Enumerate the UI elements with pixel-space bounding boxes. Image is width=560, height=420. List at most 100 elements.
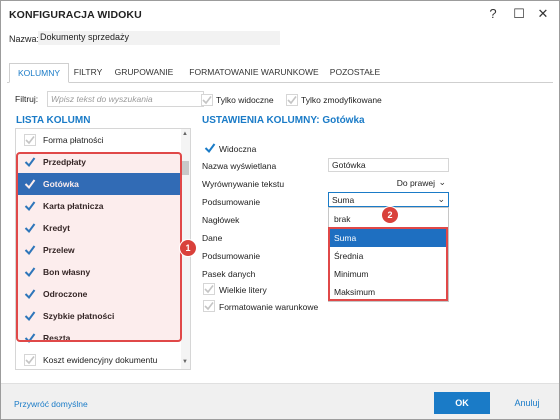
column-checkbox[interactable]: [24, 354, 36, 366]
scroll-thumb[interactable]: [182, 161, 189, 175]
list-item[interactable]: Przedpłaty: [16, 151, 190, 173]
list-item[interactable]: Odroczone: [16, 283, 190, 305]
list-item-selected[interactable]: Gotówka: [16, 173, 190, 195]
callout-badge-1: 1: [180, 240, 196, 256]
only-modified-checkbox[interactable]: [286, 94, 298, 106]
check-icon: [204, 143, 216, 154]
column-checkbox[interactable]: [24, 222, 36, 234]
display-name-field[interactable]: Gotówka: [328, 158, 449, 172]
check-icon: [24, 179, 36, 190]
list-item[interactable]: Bon własny: [16, 261, 190, 283]
dropdown-option[interactable]: Maksimum: [329, 283, 448, 301]
alignment-select[interactable]: Do prawej ⌄: [328, 176, 449, 190]
scroll-up-icon[interactable]: ▲: [182, 131, 188, 137]
alignment-value: Do prawej: [396, 178, 435, 188]
column-label: Szybkie płatności: [43, 311, 115, 321]
summary-value: Suma: [332, 195, 355, 205]
check-icon: [286, 94, 298, 106]
column-label: Koszt ewidencyjny dokumentu: [43, 355, 158, 365]
list-item[interactable]: Kredyt: [16, 217, 190, 239]
filter-input[interactable]: Wpisz tekst do wyszukania: [47, 91, 204, 107]
visible-checkbox[interactable]: [204, 142, 216, 154]
data-bar-label: Pasek danych: [202, 269, 256, 279]
check-icon: [24, 223, 36, 234]
view-name-field[interactable]: Dokumenty sprzedaży: [38, 31, 280, 45]
name-label: Nazwa:: [9, 34, 40, 44]
only-visible-label: Tylko widoczne: [216, 95, 274, 105]
check-icon: [24, 157, 36, 168]
check-icon: [24, 354, 36, 366]
help-button[interactable]: ?: [484, 6, 502, 22]
chevron-down-icon: ⌄: [438, 177, 446, 187]
dropdown-option[interactable]: Średnia: [329, 247, 448, 265]
check-icon: [24, 333, 36, 344]
column-label: Reszta: [43, 333, 71, 343]
columns-list: Forma płatności Przedpłaty Gotówka Karta…: [15, 128, 191, 370]
check-icon: [203, 300, 215, 312]
tab-grouping[interactable]: GRUPOWANIE: [111, 63, 177, 83]
summary-select[interactable]: Suma ⌄: [328, 192, 449, 207]
tab-conditional-formatting[interactable]: FORMATOWANIE WARUNKOWE: [187, 63, 321, 83]
only-visible-checkbox[interactable]: [201, 94, 213, 106]
header-label: Nagłówek: [202, 215, 240, 225]
conditional-format-label: Formatowanie warunkowe: [219, 302, 319, 312]
tab-other[interactable]: POZOSTAŁE: [327, 63, 383, 83]
list-item[interactable]: Reszta: [16, 327, 190, 349]
check-icon: [24, 134, 36, 146]
check-icon: [201, 94, 213, 106]
check-icon: [203, 283, 215, 295]
column-checkbox[interactable]: [24, 200, 36, 212]
dialog-title: KONFIGURACJA WIDOKU: [9, 9, 142, 21]
column-checkbox[interactable]: [24, 332, 36, 344]
column-checkbox[interactable]: [24, 288, 36, 300]
chevron-down-icon: ⌄: [437, 194, 445, 204]
cancel-button[interactable]: Anuluj: [504, 392, 550, 414]
check-icon: [24, 201, 36, 212]
list-item[interactable]: Forma płatności: [16, 129, 190, 151]
filter-label: Filtruj:: [15, 94, 39, 104]
column-checkbox[interactable]: [24, 134, 36, 146]
list-item[interactable]: Przelew: [16, 239, 190, 261]
title-bar: KONFIGURACJA WIDOKU ? ☐ ✕: [1, 1, 559, 27]
column-label: Kredyt: [43, 223, 70, 233]
column-label: Bon własny: [43, 267, 91, 277]
dialog-footer: Przywróć domyślne OK Anuluj: [1, 383, 559, 419]
column-label: Przelew: [43, 245, 75, 255]
columns-list-title: LISTA KOLUMN: [16, 115, 91, 126]
uppercase-checkbox[interactable]: [203, 283, 215, 295]
column-label: Gotówka: [43, 179, 79, 189]
dropdown-option[interactable]: Minimum: [329, 265, 448, 283]
check-icon: [24, 311, 36, 322]
summary-format-label: Podsumowanie: [202, 251, 261, 261]
only-modified-label: Tylko zmodyfikowane: [301, 95, 382, 105]
column-settings-title: USTAWIENIA KOLUMNY: Gotówka: [202, 115, 365, 126]
ok-button[interactable]: OK: [434, 392, 490, 414]
column-checkbox[interactable]: [24, 178, 36, 190]
alignment-label: Wyrównywanie tekstu: [202, 179, 285, 189]
scroll-down-icon[interactable]: ▼: [182, 359, 188, 365]
visible-label: Widoczna: [219, 144, 257, 154]
callout-badge-2: 2: [382, 207, 398, 223]
column-checkbox[interactable]: [24, 266, 36, 278]
maximize-button[interactable]: ☐: [510, 6, 528, 22]
column-checkbox[interactable]: [24, 310, 36, 322]
tab-bar: KOLUMNY FILTRY GRUPOWANIE FORMATOWANIE W…: [7, 63, 553, 83]
column-label: Odroczone: [43, 289, 88, 299]
tab-filters[interactable]: FILTRY: [71, 63, 105, 83]
uppercase-label: Wielkie litery: [219, 285, 267, 295]
restore-defaults-link[interactable]: Przywróć domyślne: [14, 399, 88, 409]
check-icon: [24, 245, 36, 256]
list-item[interactable]: Koszt ewidencyjny dokumentu: [16, 349, 190, 369]
close-button[interactable]: ✕: [534, 6, 552, 22]
conditional-format-checkbox[interactable]: [203, 300, 215, 312]
column-checkbox[interactable]: [24, 244, 36, 256]
list-item[interactable]: Karta płatnicza: [16, 195, 190, 217]
check-icon: [24, 289, 36, 300]
column-checkbox[interactable]: [24, 156, 36, 168]
column-label: Karta płatnicza: [43, 201, 104, 211]
list-item[interactable]: Szybkie płatności: [16, 305, 190, 327]
check-icon: [24, 267, 36, 278]
dropdown-option-selected[interactable]: Suma: [329, 229, 448, 247]
tab-columns[interactable]: KOLUMNY: [9, 63, 69, 83]
display-name-label: Nazwa wyświetlana: [202, 161, 277, 171]
